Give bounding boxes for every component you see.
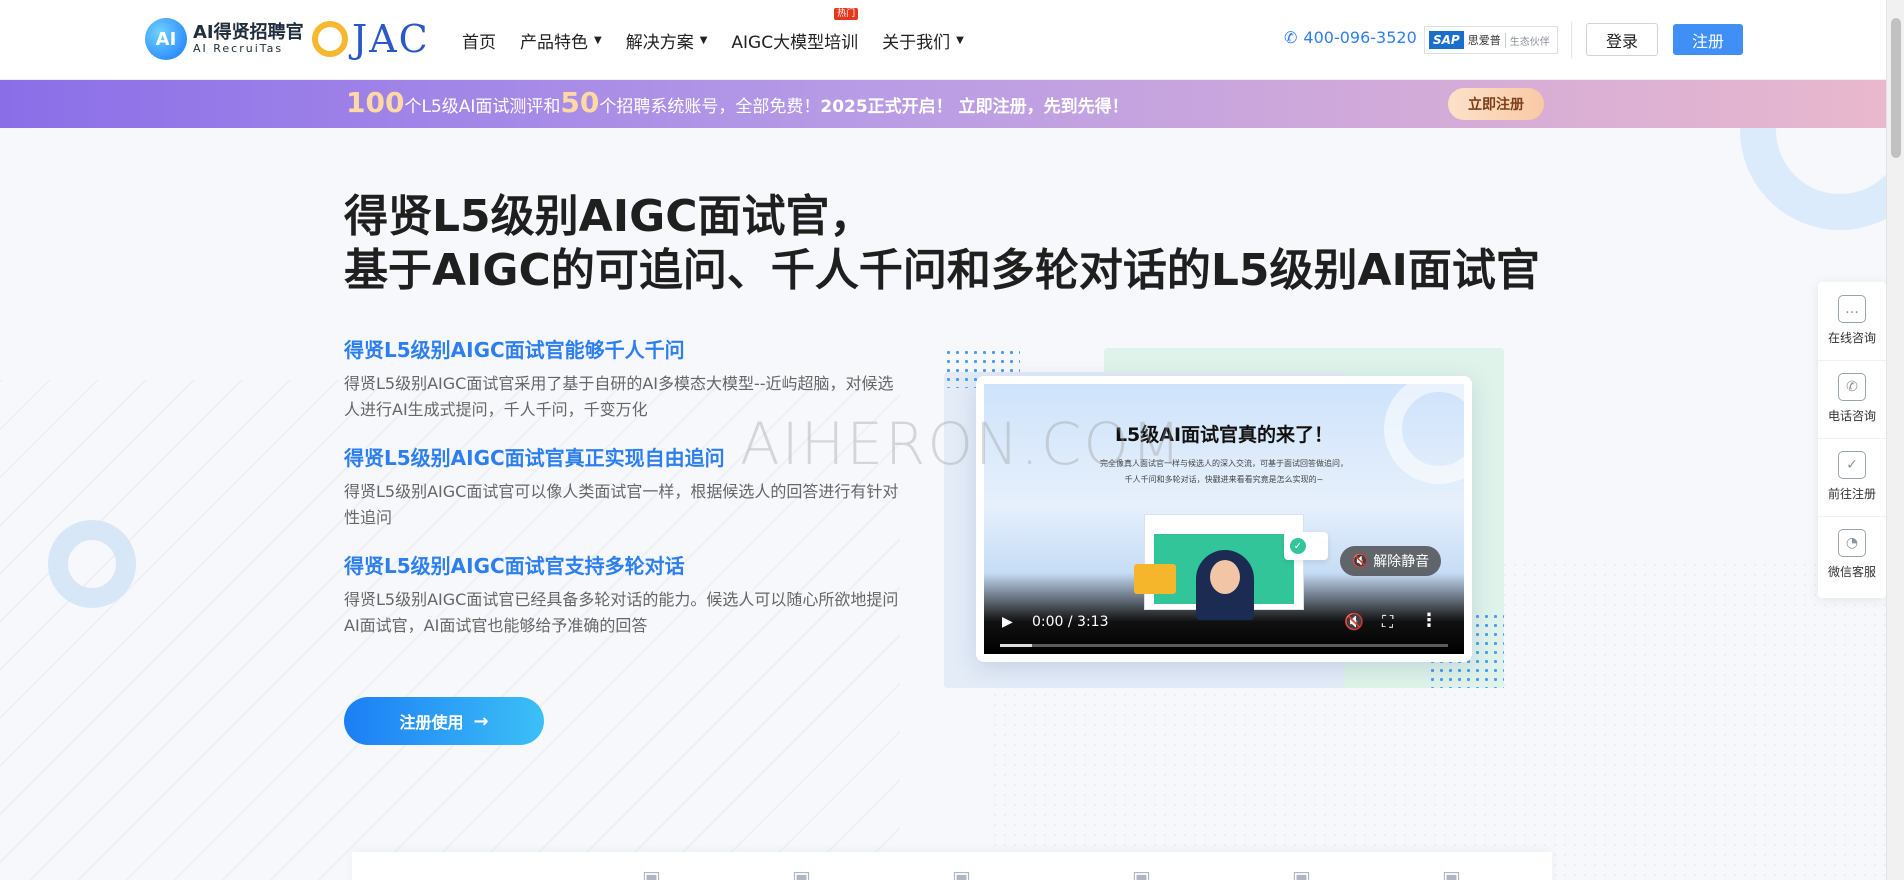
check-icon: ✓ bbox=[1290, 538, 1306, 554]
unmute-label: 解除静音 bbox=[1373, 554, 1430, 570]
ojac-logo[interactable]: JAC bbox=[312, 20, 430, 58]
partner-logo: ▣ bbox=[1292, 866, 1311, 880]
ojac-logo-ring bbox=[312, 21, 348, 57]
nav-product-features[interactable]: 产品特色 ▼ bbox=[520, 28, 602, 53]
play-icon[interactable]: ▶ bbox=[1002, 614, 1013, 630]
video-progress-track[interactable] bbox=[1000, 644, 1448, 647]
muted-speaker-icon: 🔇 bbox=[1352, 553, 1369, 569]
partner-logo: ▣ bbox=[642, 866, 661, 880]
phone-icon: ✆ bbox=[1838, 373, 1866, 401]
nav-about-us-label: 关于我们 bbox=[882, 32, 951, 53]
promo-number-2: 50 bbox=[560, 86, 600, 119]
arrow-right-icon: → bbox=[473, 710, 489, 732]
sap-logo: SAP bbox=[1429, 31, 1464, 49]
site-header: AI AI得贤招聘官 AI RecruiTas JAC 首页 产品特色 ▼ 解决… bbox=[0, 0, 1886, 80]
nav-product-features-label: 产品特色 bbox=[520, 32, 588, 53]
nav-home-label: 首页 bbox=[462, 32, 496, 53]
nav-solutions-label: 解决方案 bbox=[625, 32, 694, 53]
volume-muted-icon[interactable]: 🔇 bbox=[1344, 612, 1364, 631]
page: AI AI得贤招聘官 AI RecruiTas JAC 首页 产品特色 ▼ 解决… bbox=[0, 0, 1904, 880]
logo-title: AI得贤招聘官 bbox=[193, 22, 304, 44]
aide-logo-text: AI得贤招聘官 AI RecruiTas bbox=[193, 23, 304, 55]
sidebar-item-label: 在线咨询 bbox=[1827, 330, 1876, 345]
chevron-down-icon: ▼ bbox=[699, 34, 708, 46]
nav-aigc-training[interactable]: AIGC大模型培训 热门 bbox=[731, 7, 859, 53]
nav-about-us[interactable]: 关于我们 ▼ bbox=[882, 28, 964, 53]
hero-title: 得贤L5级别AIGC面试官， 基于AIGC的可追问、千人千问和多轮对话的L5级别… bbox=[344, 190, 1540, 298]
sidebar-item-label: 前往注册 bbox=[1827, 487, 1876, 501]
fullscreen-icon[interactable]: ⛶ bbox=[1382, 612, 1393, 632]
feature-description: 得贤L5级别AIGC面试官可以像人类面试官一样，根据候选人的回答进行有针对性追问 bbox=[344, 482, 899, 527]
logo-subtitle: AI RecruiTas bbox=[193, 41, 284, 55]
unmute-button[interactable]: 🔇 解除静音 bbox=[1340, 546, 1442, 576]
hot-badge: 热门 bbox=[834, 7, 859, 21]
hero-title-line-2: 基于AIGC的可追问、千人千问和多轮对话的L5级别AI面试官 bbox=[344, 245, 1540, 296]
promo-banner: 100 个L5级AI面试测评和 50 个招聘系统账号，全部免费！ 2025正式开… bbox=[0, 80, 1886, 128]
ojac-logo-text: JAC bbox=[352, 17, 430, 61]
sidebar-item-online-consult[interactable]: … 在线咨询 bbox=[1818, 282, 1886, 358]
watermark: AIHERON.COM bbox=[740, 410, 1184, 478]
register-use-label: 注册使用 bbox=[399, 713, 464, 732]
more-options-icon[interactable]: ⋮ bbox=[1420, 610, 1438, 631]
sidebar-item-label: 微信客服 bbox=[1827, 565, 1876, 579]
phone-number: 400-096-3520 bbox=[1303, 28, 1417, 47]
sidebar-item-wechat[interactable]: ◔ 微信客服 bbox=[1818, 516, 1886, 592]
feature-title: 得贤L5级别AIGC面试官支持多轮对话 bbox=[344, 554, 685, 578]
video-illustration-card bbox=[1134, 564, 1176, 594]
sap-partner-badge: SAP 思爱普 生态伙伴 bbox=[1424, 26, 1558, 54]
video-illustration-face bbox=[1210, 560, 1240, 594]
main-nav: 首页 产品特色 ▼ 解决方案 ▼ AIGC大模型培训 热门 关于我们 ▼ bbox=[462, 0, 988, 80]
sidebar-item-register[interactable]: ✓ 前往注册 bbox=[1818, 438, 1886, 514]
sap-subtext: 生态伙伴 bbox=[1504, 32, 1550, 48]
promo-text-strong: 2025正式开启！ 立即注册，先到先得！ bbox=[820, 97, 1129, 117]
promo-text-2: 个招聘系统账号，全部免费！ bbox=[599, 97, 821, 117]
chat-icon: … bbox=[1838, 294, 1866, 323]
aide-logo[interactable]: AI AI得贤招聘官 AI RecruiTas bbox=[145, 18, 304, 60]
page-scrollbar[interactable] bbox=[1886, 0, 1904, 880]
decor-ring-left bbox=[48, 520, 136, 608]
wechat-icon: ◔ bbox=[1838, 529, 1866, 557]
phone-link[interactable]: ✆ 400-096-3520 bbox=[1284, 28, 1417, 47]
header-divider bbox=[1571, 22, 1572, 58]
sidebar-item-label: 电话咨询 bbox=[1827, 409, 1876, 423]
scrollbar-thumb[interactable] bbox=[1891, 18, 1901, 158]
partner-logo: ▣ bbox=[952, 866, 971, 880]
feature-title: 得贤L5级别AIGC面试官能够千人千问 bbox=[344, 338, 685, 362]
promo-text: 100 个L5级AI面试测评和 50 个招聘系统账号，全部免费！ 2025正式开… bbox=[346, 86, 1129, 119]
sap-text: 思爱普 bbox=[1467, 34, 1501, 47]
hero-title-line-1: 得贤L5级别AIGC面试官， bbox=[344, 191, 874, 242]
floating-contact-sidebar: … 在线咨询 ✆ 电话咨询 ✓ 前往注册 ◔ 微信客服 bbox=[1818, 282, 1886, 598]
partner-logo: ▣ bbox=[1442, 866, 1461, 880]
promo-register-button[interactable]: 立即注册 bbox=[1448, 88, 1544, 120]
nav-home[interactable]: 首页 bbox=[462, 28, 496, 53]
register-icon: ✓ bbox=[1838, 451, 1866, 479]
sidebar-item-phone-consult[interactable]: ✆ 电话咨询 bbox=[1818, 360, 1886, 436]
partner-logo: ▣ bbox=[792, 866, 811, 880]
nav-aigc-training-label: AIGC大模型培训 bbox=[731, 32, 859, 53]
partner-logos-strip: ▣ ▣ ▣ ▣ ▣ ▣ bbox=[352, 852, 1552, 880]
nav-solutions[interactable]: 解决方案 ▼ bbox=[626, 28, 708, 53]
chevron-down-icon: ▼ bbox=[956, 34, 964, 46]
feature-description: 得贤L5级别AIGC面试官已经具备多轮对话的能力。候选人可以随心所欲地提问AI面… bbox=[344, 590, 899, 635]
phone-icon: ✆ bbox=[1284, 28, 1298, 47]
feature-item: 得贤L5级别AIGC面试官支持多轮对话 得贤L5级别AIGC面试官已经具备多轮对… bbox=[344, 550, 904, 639]
chevron-down-icon: ▼ bbox=[594, 34, 602, 46]
aide-logo-mark: AI bbox=[145, 18, 187, 60]
login-button[interactable]: 登录 bbox=[1586, 23, 1658, 56]
video-controls: ▶ 0:00 / 3:13 🔇 ⛶ ⋮ bbox=[984, 600, 1464, 654]
register-use-button[interactable]: 注册使用 → bbox=[344, 697, 544, 745]
partner-logo: ▣ bbox=[1132, 866, 1151, 880]
video-time: 0:00 / 3:13 bbox=[1032, 614, 1109, 630]
register-button[interactable]: 注册 bbox=[1673, 24, 1743, 55]
promo-text-1: 个L5级AI面试测评和 bbox=[404, 97, 561, 117]
video-buffer-bar bbox=[1000, 644, 1032, 647]
promo-number-1: 100 bbox=[346, 86, 405, 119]
